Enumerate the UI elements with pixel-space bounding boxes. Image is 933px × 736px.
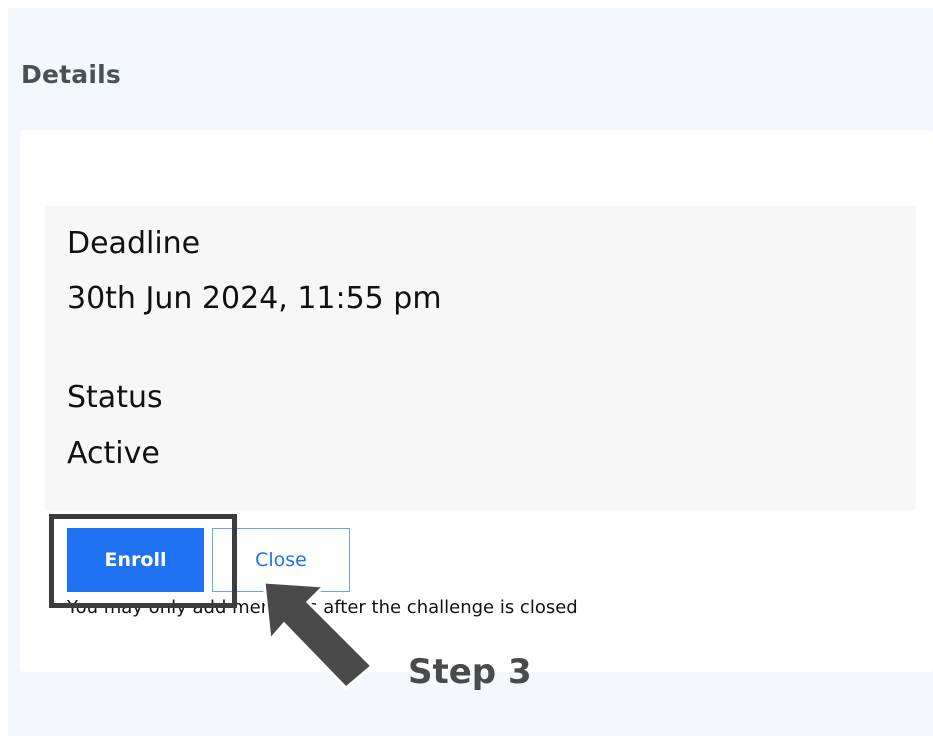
step-label: Step 3 <box>408 652 532 692</box>
status-label: Status <box>67 380 163 415</box>
deadline-label: Deadline <box>67 226 201 261</box>
status-value: Active <box>67 436 160 471</box>
page: Details Deadline 30th Jun 2024, 11:55 pm… <box>0 0 933 736</box>
section-title: Details <box>21 60 121 89</box>
close-button[interactable]: Close <box>212 528 350 592</box>
members-note: You may only add members after the chall… <box>67 597 578 618</box>
deadline-value: 30th Jun 2024, 11:55 pm <box>67 281 442 316</box>
enroll-button[interactable]: Enroll <box>67 528 204 592</box>
